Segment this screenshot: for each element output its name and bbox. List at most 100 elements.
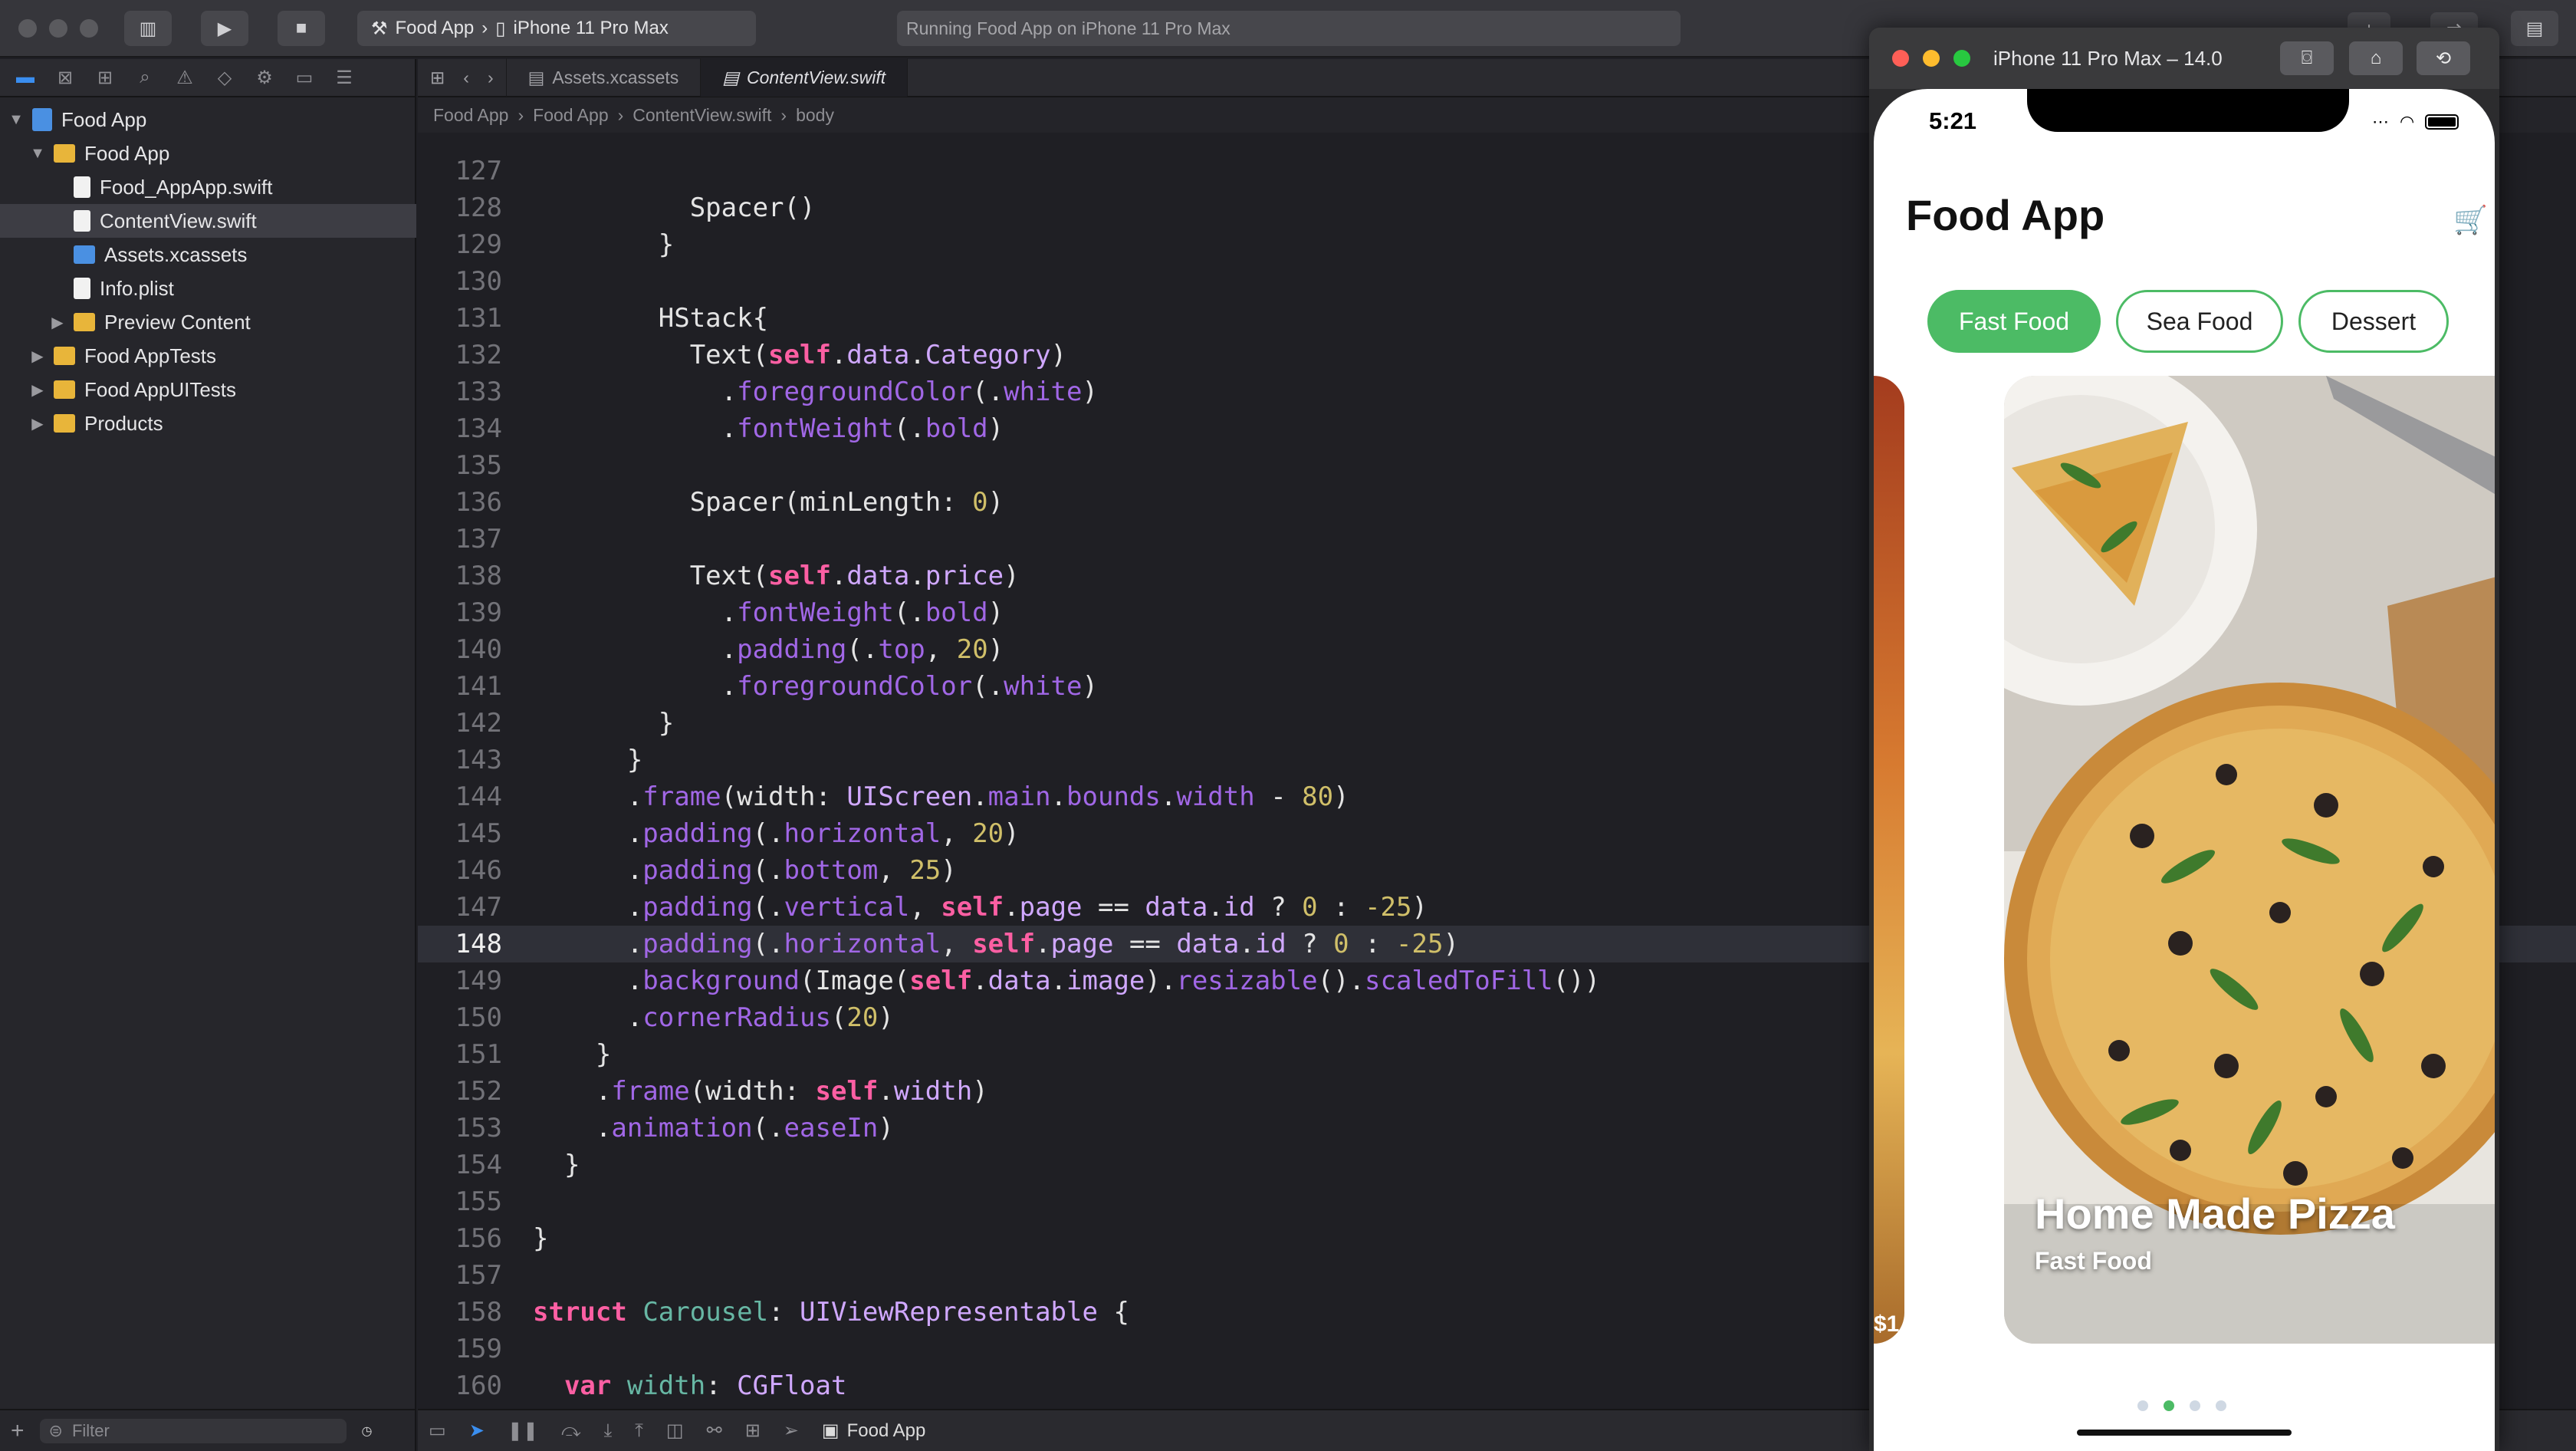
stop-icon[interactable]: ■ [278,11,325,46]
breakpoint-icon[interactable]: ▭ [293,66,316,89]
editor-nav-controls: ⊞ ‹ › [418,58,507,97]
scheme-selector[interactable]: ⚒ Food App › ▯ iPhone 11 Pro Max [357,11,756,46]
source-control-icon[interactable]: ⊠ [54,66,77,89]
swift-file-icon: ▤ [722,67,739,87]
nav-item-file-selected[interactable]: ContentView.swift [0,204,416,238]
card-category: Fast Food [2035,1247,2152,1275]
phone-notch [2027,89,2349,132]
zoom-window-button[interactable] [80,19,98,38]
chevron-right-icon: › [617,104,624,125]
disclosure-closed-icon[interactable]: ▶ [28,347,48,366]
close-window-button[interactable] [18,19,37,38]
nav-item-folder[interactable]: ▶ Food AppTests [0,339,416,373]
step-out-icon[interactable]: ⤒ [635,1420,643,1442]
folder-icon [54,380,75,399]
simulator-window: iPhone 11 Pro Max – 14.0 ⌼ ⌂ ⟲ 5:21 ⋯ ◠ … [1869,28,2499,1451]
zoom-window-button[interactable] [1953,50,1970,67]
disclosure-closed-icon[interactable]: ▶ [28,380,48,400]
signal-icon: ⋯ [2372,112,2389,131]
assets-icon: ▤ [527,67,545,87]
location-icon[interactable]: ➢ [784,1420,799,1442]
page-dot[interactable] [2137,1400,2148,1411]
nav-item-label: Food AppTests [84,344,216,367]
minimize-window-button[interactable] [49,19,67,38]
folder-icon[interactable]: ▬ [14,66,37,89]
chevron-right-icon: › [481,18,488,38]
carousel-card-pizza[interactable]: Home Made Pizza Fast Food [2004,376,2495,1344]
memory-graph-icon[interactable]: ⚯ [707,1420,722,1442]
recent-files-icon[interactable]: ◷ [362,1423,373,1439]
disclosure-open-icon[interactable]: ▼ [28,145,48,163]
cart-icon[interactable]: 🛒 [2453,204,2488,236]
nav-item-label: Assets.xcassets [104,242,248,266]
disclosure-open-icon[interactable]: ▼ [6,111,26,129]
wifi-icon: ◠ [2400,112,2415,131]
breadcrumb-file[interactable]: ContentView.swift [632,105,771,126]
report-icon[interactable]: ☰ [333,66,356,89]
debug-target[interactable]: ▣ Food App [822,1420,925,1442]
symbol-icon[interactable]: ⊞ [94,66,117,89]
rotate-icon[interactable]: ⟲ [2417,41,2470,75]
disclosure-closed-icon[interactable]: ▶ [28,414,48,433]
forward-icon[interactable]: › [488,67,494,88]
debug-target-label: Food App [846,1420,926,1441]
category-sea-food[interactable]: Sea Food [2116,290,2283,353]
tab-label: Assets.xcassets [552,67,679,87]
app-title: Food App [1906,191,2105,239]
inspector-toggle-icon[interactable]: ▤ [2511,11,2558,46]
step-in-icon[interactable]: ⤓ [604,1420,613,1442]
category-dessert[interactable]: Dessert [2298,290,2449,353]
nav-item-label: Preview Content [104,310,251,334]
hide-debug-area-icon[interactable]: ▭ [429,1420,446,1442]
sidebar-toggle-icon[interactable]: ▥ [124,11,172,46]
scheme-device-name: iPhone 11 Pro Max [513,18,669,38]
nav-item-folder[interactable]: ▶ Food AppUITests [0,373,416,406]
breadcrumb-symbol[interactable]: body [796,105,834,126]
run-icon[interactable]: ▶ [201,11,248,46]
filter-field[interactable]: ⊜ Filter [39,1418,347,1443]
page-dot[interactable] [2216,1400,2226,1411]
breadcrumb-project[interactable]: Food App [433,105,508,126]
nav-item-project[interactable]: ▼ Food App [0,103,416,137]
nav-item-label: Food App [61,107,147,131]
tab-contentview[interactable]: ▤ ContentView.swift [701,58,909,97]
app-icon: ⚒ [371,18,388,39]
minimize-window-button[interactable] [1923,50,1940,67]
home-icon[interactable]: ⌂ [2349,41,2403,75]
test-icon[interactable]: ◇ [213,66,236,89]
plist-file-icon [74,278,90,299]
carousel-card-previous[interactable]: $1 [1874,376,1904,1344]
breakpoints-toggle-icon[interactable]: ➤ [469,1420,485,1442]
category-fast-food[interactable]: Fast Food [1927,290,2101,353]
nav-item-folder[interactable]: ▶ Products [0,406,416,440]
folder-icon [54,144,75,163]
related-items-icon[interactable]: ⊞ [430,67,445,88]
view-debugger-icon[interactable]: ◫ [666,1420,684,1442]
add-icon[interactable]: + [11,1418,25,1444]
step-over-icon[interactable]: ⤼ [561,1420,581,1442]
search-icon[interactable]: ⌕ [133,66,156,89]
nav-item-file[interactable]: Food_AppApp.swift [0,170,416,204]
filter-placeholder: Filter [71,1420,110,1440]
nav-item-label: Food App [84,141,170,165]
nav-item-label: Food_AppApp.swift [100,175,273,199]
close-window-button[interactable] [1892,50,1909,67]
home-indicator[interactable] [2077,1430,2292,1436]
nav-item-folder[interactable]: ▼ Food App [0,137,416,170]
environment-overrides-icon[interactable]: ⊞ [745,1420,761,1442]
pause-icon[interactable]: ❚❚ [508,1420,538,1442]
filter-icon: ⊜ [48,1420,63,1440]
warning-icon[interactable]: ⚠ [173,66,196,89]
disclosure-closed-icon[interactable]: ▶ [48,313,67,332]
nav-item-file[interactable]: Assets.xcassets [0,238,416,271]
nav-item-file[interactable]: Info.plist [0,271,416,305]
debug-icon[interactable]: ⚙ [253,66,276,89]
page-dot[interactable] [2190,1400,2200,1411]
nav-item-folder[interactable]: ▶ Preview Content [0,305,416,339]
page-dot-active[interactable] [2164,1400,2174,1411]
breadcrumb-folder[interactable]: Food App [533,105,608,126]
back-icon[interactable]: ‹ [463,67,469,88]
tab-assets[interactable]: ▤ Assets.xcassets [507,58,702,97]
navigator-footer: + ⊜ Filter ◷ [0,1409,416,1451]
screenshot-icon[interactable]: ⌼ [2280,41,2334,75]
